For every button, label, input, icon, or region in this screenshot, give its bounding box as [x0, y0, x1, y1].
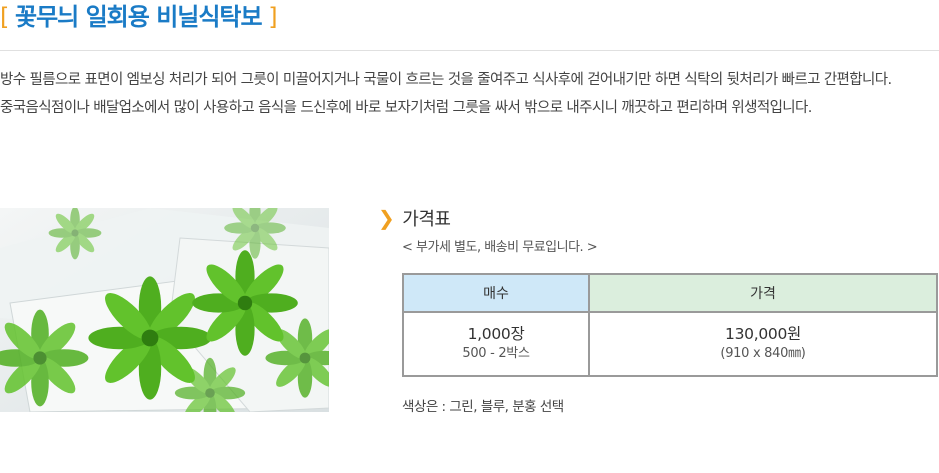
description-paragraph-2: 중국음식점이나 배달업소에서 많이 사용하고 음식을 드신후에 바로 보자기처럼…: [0, 100, 812, 116]
price-cell: 130,000원 (910 x 840㎜): [588, 311, 938, 377]
description-paragraph-1: 방수 필름으로 표면이 엠보싱 처리가 되어 그릇이 미끌어지거나 국물이 흐르…: [0, 72, 892, 88]
title-divider: [0, 50, 939, 51]
price-table-header-row: 매수 가격: [402, 273, 938, 313]
product-photo: [0, 208, 329, 412]
title-bracket-open: [: [0, 3, 15, 31]
table-row: 1,000장 500 - 2박스 130,000원 (910 x 840㎜): [402, 311, 938, 377]
quantity-cell: 1,000장 500 - 2박스: [402, 311, 590, 377]
color-options-note: 색상은 : 그린, 블루, 분홍 선택: [402, 399, 564, 415]
tablecloth-illustration: [0, 208, 329, 412]
page-title: [ 꽃무늬 일회용 비닐식탁보 ]: [0, 0, 278, 36]
price-table: 매수 가격 1,000장 500 - 2박스 130,000원 (910 x 8…: [402, 273, 938, 377]
price-note: < 부가세 별도, 배송비 무료입니다. >: [402, 240, 598, 255]
chevron-right-icon: ❯: [378, 206, 395, 230]
title-bracket-close: ]: [261, 3, 277, 31]
price-section-title-text: 가격표: [402, 209, 451, 230]
product-description: 방수 필름으로 표면이 엠보싱 처리가 되어 그릇이 미끌어지거나 국물이 흐르…: [0, 66, 939, 122]
price-section-title: ❯ 가격표: [378, 205, 451, 231]
header-price: 가격: [588, 273, 938, 313]
quantity-main: 1,000장: [467, 325, 525, 343]
title-text: 꽃무늬 일회용 비닐식탁보: [15, 3, 263, 31]
price-sub: (910 x 840㎜): [720, 346, 806, 361]
price-main: 130,000원: [725, 325, 801, 343]
header-quantity: 매수: [402, 273, 590, 313]
quantity-sub: 500 - 2박스: [462, 346, 530, 361]
